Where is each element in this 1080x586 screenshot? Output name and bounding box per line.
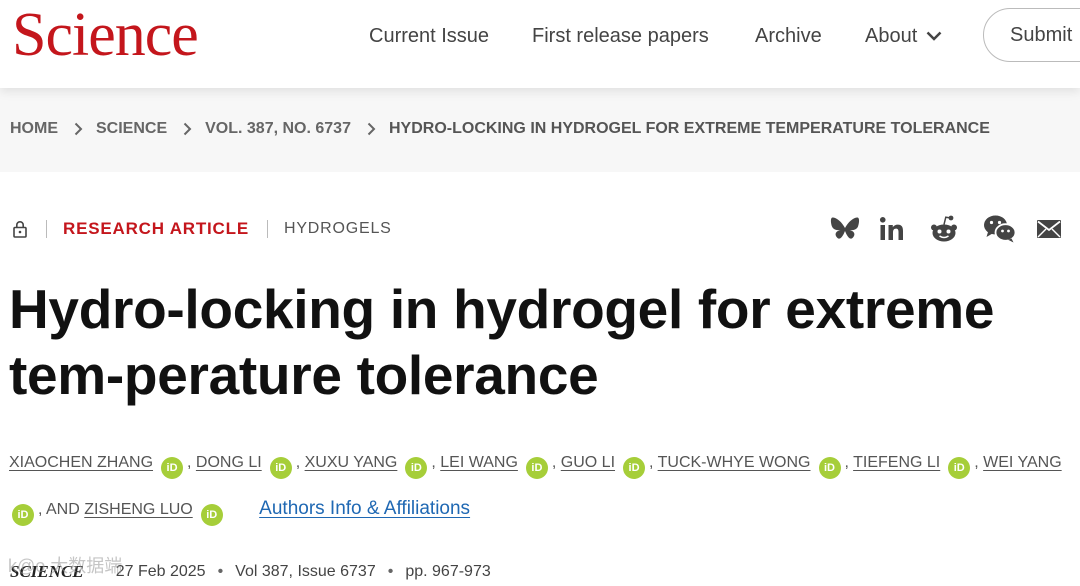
orcid-icon[interactable]: iD: [525, 457, 548, 479]
nav-about[interactable]: About: [865, 22, 942, 50]
submit-button[interactable]: Submit: [983, 8, 1080, 62]
authors-info-affiliations-link[interactable]: Authors Info & Affiliations: [259, 498, 470, 519]
reddit-icon[interactable]: [929, 212, 959, 246]
wechat-icon[interactable]: [983, 212, 1017, 246]
author-link[interactable]: XUXU YANG: [305, 454, 398, 471]
orcid-icon[interactable]: iD: [200, 504, 223, 526]
science-logo[interactable]: Science: [12, 4, 199, 66]
article-title: Hydro-locking in hydrogel for extreme te…: [9, 278, 995, 406]
article-type[interactable]: RESEARCH ARTICLE: [63, 219, 249, 239]
author-list: XIAOCHEN ZHANG iD, DONG LI iD, XUXU YANG iD…: [9, 440, 1071, 533]
orcid-icon[interactable]: iD: [405, 457, 428, 479]
and-text: , AND: [38, 501, 80, 518]
site-header: Science Current Issue First release pape…: [0, 0, 1080, 88]
author-link[interactable]: TIEFENG LI: [853, 454, 940, 471]
author-link[interactable]: TUCK-WHYE WONG: [658, 454, 811, 471]
divider: [266, 220, 268, 238]
breadcrumb-current: HYDRO-LOCKING IN HYDROGEL FOR EXTREME TE…: [388, 120, 990, 137]
author-link[interactable]: XIAOCHEN ZHANG: [9, 454, 153, 471]
article-subject[interactable]: HYDROGELS: [284, 220, 392, 238]
article-meta: RESEARCH ARTICLE HYDROGELS: [12, 217, 392, 241]
separator-dot: •: [217, 563, 224, 580]
divider: [46, 220, 47, 238]
orcid-icon[interactable]: iD: [161, 457, 184, 479]
orcid-icon[interactable]: iD: [948, 457, 971, 479]
author-link[interactable]: WEI YANG: [983, 454, 1062, 471]
chevron-right-icon: [367, 122, 376, 136]
page-range: pp. 967-973: [405, 563, 491, 580]
linkedin-icon[interactable]: [879, 212, 905, 246]
chevron-right-icon: [183, 122, 192, 136]
nav-first-release-papers[interactable]: First release papers: [532, 22, 709, 50]
orcid-icon[interactable]: iD: [818, 457, 841, 479]
email-icon[interactable]: [1036, 212, 1062, 246]
lock-icon: [12, 220, 28, 238]
bluesky-icon[interactable]: [830, 212, 860, 246]
breadcrumb-home[interactable]: HOME: [10, 120, 58, 138]
orcid-icon[interactable]: iD: [623, 457, 646, 479]
breadcrumb: HOME SCIENCE VOL. 387, NO. 6737 HYDRO-LO…: [10, 120, 990, 138]
breadcrumb-science[interactable]: SCIENCE: [96, 120, 167, 138]
breadcrumb-bar: HOME SCIENCE VOL. 387, NO. 6737 HYDRO-LO…: [0, 88, 1080, 172]
orcid-icon[interactable]: iD: [269, 457, 292, 479]
author-link[interactable]: DONG LI: [196, 454, 262, 471]
chevron-down-icon: [926, 31, 942, 41]
publish-date: 27 Feb 2025: [115, 563, 206, 580]
separator-dot: •: [387, 563, 394, 580]
nav-about-label: About: [865, 24, 918, 47]
chevron-right-icon: [74, 122, 83, 136]
breadcrumb-volume[interactable]: VOL. 387, NO. 6737: [205, 120, 351, 138]
volume-issue[interactable]: Vol 387, Issue 6737: [235, 563, 376, 581]
author-link[interactable]: GUO LI: [561, 454, 615, 471]
author-link[interactable]: LEI WANG: [440, 454, 518, 471]
nav-archive[interactable]: Archive: [755, 22, 822, 50]
nav-current-issue[interactable]: Current Issue: [369, 22, 489, 50]
watermark: k@o 大数据端: [8, 556, 123, 576]
author-link[interactable]: ZISHENG LUO: [84, 501, 192, 518]
orcid-icon[interactable]: iD: [12, 504, 34, 526]
submit-label: Submit: [1010, 23, 1073, 46]
